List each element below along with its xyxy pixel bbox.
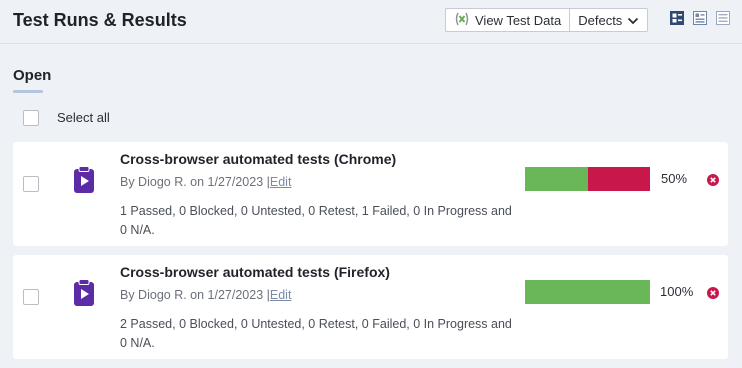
- failed-segment: [587, 167, 650, 191]
- test-run-title[interactable]: Cross-browser automated tests (Chrome): [120, 151, 396, 167]
- section-underline: [13, 90, 43, 93]
- section-title-open: Open: [13, 67, 52, 84]
- test-run-percent: 100%: [660, 284, 694, 299]
- view-mode-switcher: [670, 11, 730, 25]
- chevron-down-icon: [627, 13, 639, 28]
- defects-dropdown[interactable]: Defects: [569, 9, 647, 31]
- test-run-progress-bar: [525, 167, 650, 191]
- passed-segment: [525, 167, 588, 191]
- test-run-meta: By Diogo R. on 1/27/2023 |Edit: [120, 175, 291, 189]
- test-run-title[interactable]: Cross-browser automated tests (Firefox): [120, 264, 390, 280]
- view-mode-details-icon[interactable]: [693, 11, 707, 25]
- view-test-data-icon: [454, 12, 470, 29]
- test-run-icon: [71, 278, 97, 308]
- test-run-progress-bar: [525, 280, 650, 304]
- view-mode-list-icon[interactable]: [716, 11, 730, 25]
- test-run-checkbox[interactable]: [23, 289, 39, 305]
- passed-segment: [525, 280, 650, 304]
- test-run-author-date: By Diogo R. on 1/27/2023: [120, 288, 264, 302]
- close-icon[interactable]: [707, 286, 719, 299]
- page-header: Test Runs & Results View Test Data Defec…: [0, 0, 742, 44]
- test-run-percent: 50%: [661, 171, 688, 186]
- test-run-card: Cross-browser automated tests (Chrome) B…: [13, 142, 728, 246]
- select-all-checkbox[interactable]: [23, 110, 39, 126]
- test-run-summary: 1 Passed, 0 Blocked, 0 Untested, 0 Retes…: [120, 204, 512, 237]
- defects-label: Defects: [578, 12, 623, 28]
- view-mode-compact-icon[interactable]: [670, 11, 684, 25]
- select-all-label: Select all: [57, 110, 110, 125]
- view-test-data-label: View Test Data: [475, 12, 562, 28]
- view-test-data-button[interactable]: View Test Data: [446, 9, 569, 31]
- edit-link[interactable]: Edit: [270, 175, 292, 189]
- page-title: Test Runs & Results: [13, 10, 187, 30]
- test-run-card: Cross-browser automated tests (Firefox) …: [13, 255, 728, 359]
- edit-link[interactable]: Edit: [270, 288, 292, 302]
- test-run-author-date: By Diogo R. on 1/27/2023: [120, 175, 264, 189]
- header-button-group: View Test Data Defects: [445, 8, 649, 32]
- test-run-icon: [71, 165, 97, 195]
- test-run-checkbox[interactable]: [23, 176, 39, 192]
- test-run-summary: 2 Passed, 0 Blocked, 0 Untested, 0 Retes…: [120, 317, 512, 350]
- close-icon[interactable]: [707, 173, 719, 186]
- test-run-meta: By Diogo R. on 1/27/2023 |Edit: [120, 288, 291, 302]
